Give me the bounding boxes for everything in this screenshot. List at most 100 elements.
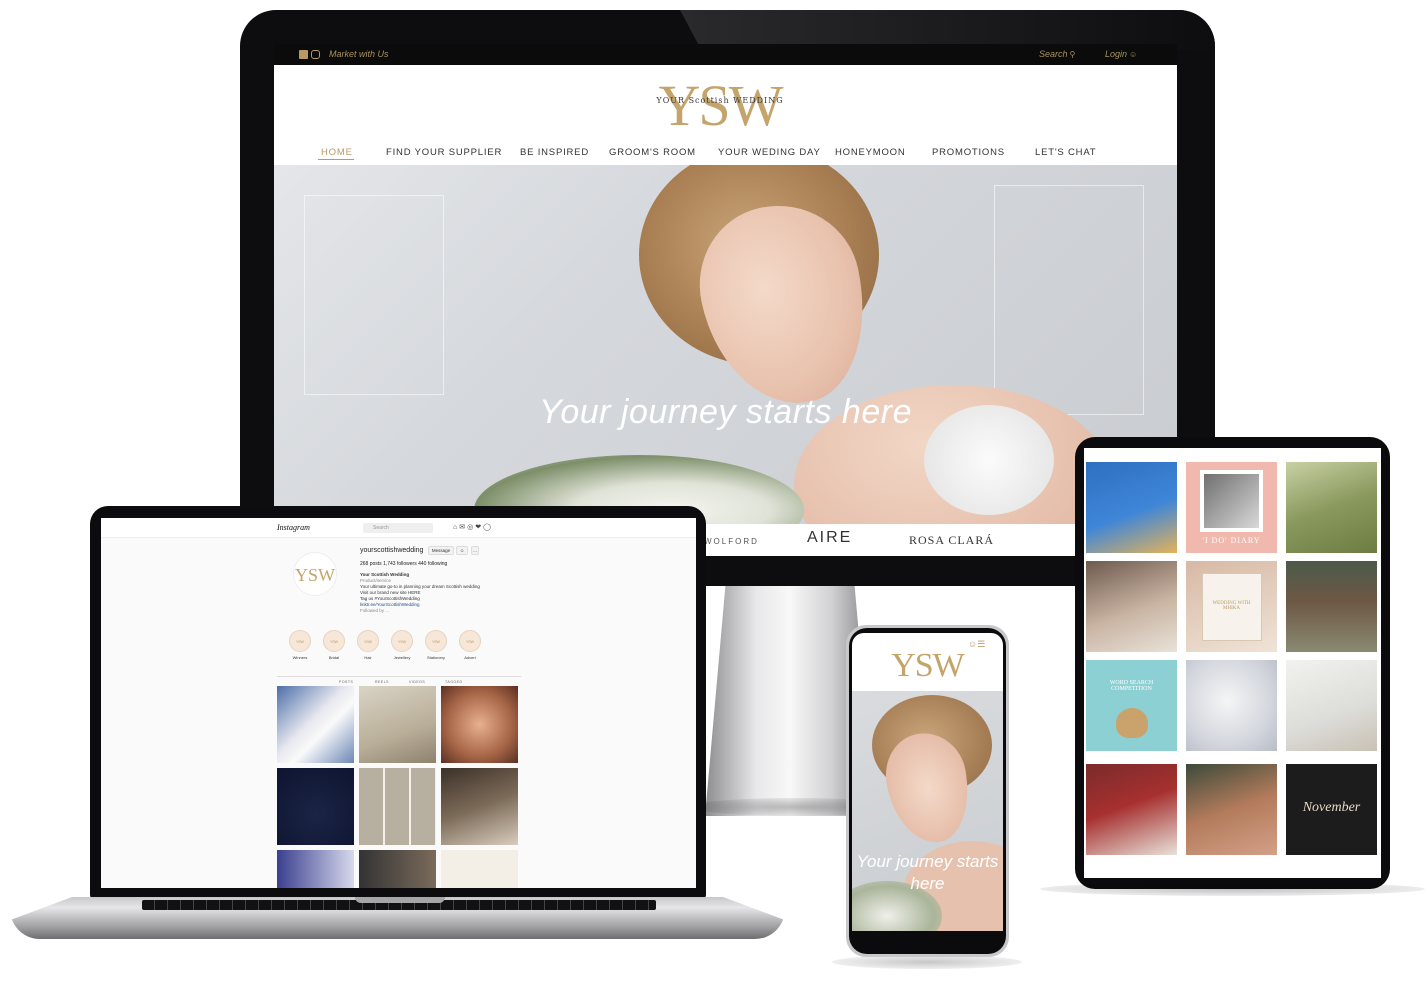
desktop-website-screen: Market with Us Search ⚲ Login ☺ YSW YOUR S… bbox=[274, 44, 1177, 556]
instagram-icon[interactable] bbox=[311, 50, 320, 59]
grid-tile[interactable]: November bbox=[1286, 764, 1377, 855]
grid-tile[interactable]: 'I DO' DIARY bbox=[1186, 462, 1277, 553]
profile-bio: Your Scottish Wedding Product/service Yo… bbox=[360, 572, 520, 614]
laptop-instagram-screen: Instagram Search ⌂✉◎❤◯ YSW yourscottishw… bbox=[101, 518, 696, 888]
highlight-circle: YSW bbox=[323, 630, 345, 652]
profile-tabs: POSTS REELS VIDEOS TAGGED bbox=[277, 676, 521, 684]
tab-reels[interactable]: REELS bbox=[375, 680, 389, 684]
mobile-site-logo[interactable]: YSW bbox=[852, 647, 1003, 685]
search-icon: ⚲ bbox=[1069, 50, 1076, 59]
search-link[interactable]: Search ⚲ bbox=[1039, 49, 1075, 59]
tablet-shadow bbox=[1040, 882, 1425, 896]
message-button[interactable]: Message bbox=[428, 546, 454, 555]
post-thumbnail[interactable] bbox=[359, 768, 436, 845]
highlight-circle: YSW bbox=[425, 630, 447, 652]
tab-posts[interactable]: POSTS bbox=[339, 680, 353, 684]
grid-tile[interactable] bbox=[1286, 660, 1377, 751]
profile-stats: 268 posts 1,743 followers 440 following bbox=[360, 561, 448, 567]
wall-panel bbox=[994, 185, 1144, 415]
phone-shadow bbox=[832, 955, 1022, 969]
nav-item-lets-chat[interactable]: LET'S CHAT bbox=[1035, 147, 1096, 158]
nav-item-home[interactable]: HOME bbox=[321, 147, 353, 158]
story-highlight[interactable]: YSW Winners bbox=[287, 630, 313, 668]
post-thumbnail[interactable] bbox=[277, 686, 354, 763]
brand-logo-aire[interactable]: AIRE bbox=[807, 529, 852, 547]
grid-tile[interactable] bbox=[1086, 561, 1177, 652]
post-thumbnail[interactable] bbox=[441, 686, 518, 763]
nav-item-promotions[interactable]: PROMOTIONS bbox=[932, 147, 1005, 158]
nav-item-honeymoon[interactable]: HONEYMOON bbox=[835, 147, 906, 158]
post-thumbnail[interactable] bbox=[359, 850, 436, 888]
logo-letters: YSW bbox=[658, 73, 784, 138]
nav-item-your-wedding-day[interactable]: YOUR WEDING DAY bbox=[718, 147, 821, 158]
device-mockup-stage: Market with Us Search ⚲ Login ☺ YSW YOUR S… bbox=[0, 0, 1426, 981]
highlight-label: Stationery bbox=[426, 655, 445, 660]
follow-toggle-button[interactable]: ☺ bbox=[456, 546, 468, 555]
highlight-label: Bridal bbox=[328, 655, 340, 660]
instagram-search-input[interactable]: Search bbox=[363, 523, 433, 533]
wall-panel bbox=[304, 195, 444, 395]
site-logo[interactable]: YSW YOUR Scottish WEDDING bbox=[650, 73, 790, 138]
highlight-label: Winners bbox=[292, 655, 308, 660]
instagram-nav-icons[interactable]: ⌂✉◎❤◯ bbox=[453, 523, 493, 531]
hero-banner: Your journey starts here bbox=[274, 165, 1177, 525]
hero-tagline: Your journey starts here bbox=[539, 393, 912, 431]
grid-tile[interactable] bbox=[1186, 660, 1277, 751]
profile-handle: yourscottishwedding bbox=[360, 547, 424, 554]
story-highlight[interactable]: YSW Bridal bbox=[321, 630, 347, 668]
tile-text: WEDDING WITH MHIKA bbox=[1212, 601, 1251, 611]
instagram-wordmark[interactable]: Instagram bbox=[277, 523, 310, 532]
story-highlight[interactable]: YSW Advert bbox=[457, 630, 483, 668]
grid-tile[interactable] bbox=[1186, 764, 1277, 855]
mobile-hero-tagline: Your journey starts here bbox=[856, 852, 999, 893]
phone-website-screen: ☺☰ YSW Your journey starts here bbox=[852, 633, 1003, 931]
main-navigation: HOME FIND YOUR SUPPLIER BE INSPIRED GROO… bbox=[274, 144, 1177, 164]
grid-tile[interactable] bbox=[1286, 561, 1377, 652]
logo-tagline: YOUR Scottish WEDDING bbox=[656, 96, 784, 105]
laptop-notch bbox=[355, 897, 445, 903]
grid-tile[interactable] bbox=[1086, 462, 1177, 553]
market-with-us-link[interactable]: Market with Us bbox=[329, 49, 389, 59]
user-icon: ☺ bbox=[1129, 50, 1138, 59]
top-utility-bar: Market with Us Search ⚲ Login ☺ bbox=[274, 44, 1177, 65]
tab-videos[interactable]: VIDEOS bbox=[409, 680, 425, 684]
story-highlight[interactable]: YSW Hair bbox=[355, 630, 381, 668]
grid-tile[interactable]: WEDDING WITH MHIKA bbox=[1186, 561, 1277, 652]
nav-item-grooms-room[interactable]: GROOM'S ROOM bbox=[609, 147, 696, 158]
followed-by: Followed by ... bbox=[360, 608, 390, 613]
login-label: Login bbox=[1105, 49, 1128, 59]
nav-active-underline bbox=[318, 159, 354, 160]
post-thumbnail[interactable] bbox=[277, 850, 354, 888]
tablet-grid-screen: 'I DO' DIARY WEDDING WITH MHIKA WORD SEA… bbox=[1084, 448, 1381, 878]
tile-text: WORD SEARCH COMPETITION bbox=[1109, 680, 1154, 692]
grid-tile[interactable] bbox=[1286, 462, 1377, 553]
highlight-label: Hair bbox=[364, 655, 372, 660]
mobile-hero-banner: Your journey starts here bbox=[852, 691, 1003, 931]
tile-photo bbox=[1204, 474, 1259, 528]
grid-tile[interactable] bbox=[1086, 764, 1177, 855]
login-link[interactable]: Login ☺ bbox=[1105, 49, 1137, 59]
post-thumbnail[interactable] bbox=[441, 850, 518, 888]
highlight-circle: YSW bbox=[289, 630, 311, 652]
more-options-button[interactable]: … bbox=[471, 546, 479, 555]
highlight-circle: YSW bbox=[391, 630, 413, 652]
nav-item-be-inspired[interactable]: BE INSPIRED bbox=[520, 147, 589, 158]
instagram-header: Instagram Search ⌂✉◎❤◯ bbox=[101, 518, 696, 538]
story-highlight[interactable]: YSW Jewellery bbox=[389, 630, 415, 668]
highlight-label: Jewellery bbox=[393, 655, 411, 660]
grid-tile[interactable]: WORD SEARCH COMPETITION bbox=[1086, 660, 1177, 751]
brand-logo-wolford[interactable]: WOLFORD bbox=[704, 537, 759, 546]
facebook-icon[interactable] bbox=[299, 50, 308, 59]
post-thumbnail[interactable] bbox=[359, 686, 436, 763]
brand-logo-rosa-clara[interactable]: ROSA CLARÁ bbox=[909, 533, 994, 548]
profile-avatar[interactable]: YSW bbox=[293, 552, 337, 596]
story-highlight[interactable]: YSW Stationery bbox=[423, 630, 449, 668]
tile-text: November bbox=[1302, 800, 1361, 815]
tile-text: 'I DO' DIARY bbox=[1202, 536, 1261, 545]
post-thumbnail[interactable] bbox=[277, 768, 354, 845]
post-thumbnail[interactable] bbox=[441, 768, 518, 845]
heart-icon bbox=[1116, 708, 1148, 738]
search-label: Search bbox=[1039, 49, 1068, 59]
nav-item-find-your-supplier[interactable]: FIND YOUR SUPPLIER bbox=[386, 147, 502, 158]
tab-tagged[interactable]: TAGGED bbox=[445, 680, 463, 684]
